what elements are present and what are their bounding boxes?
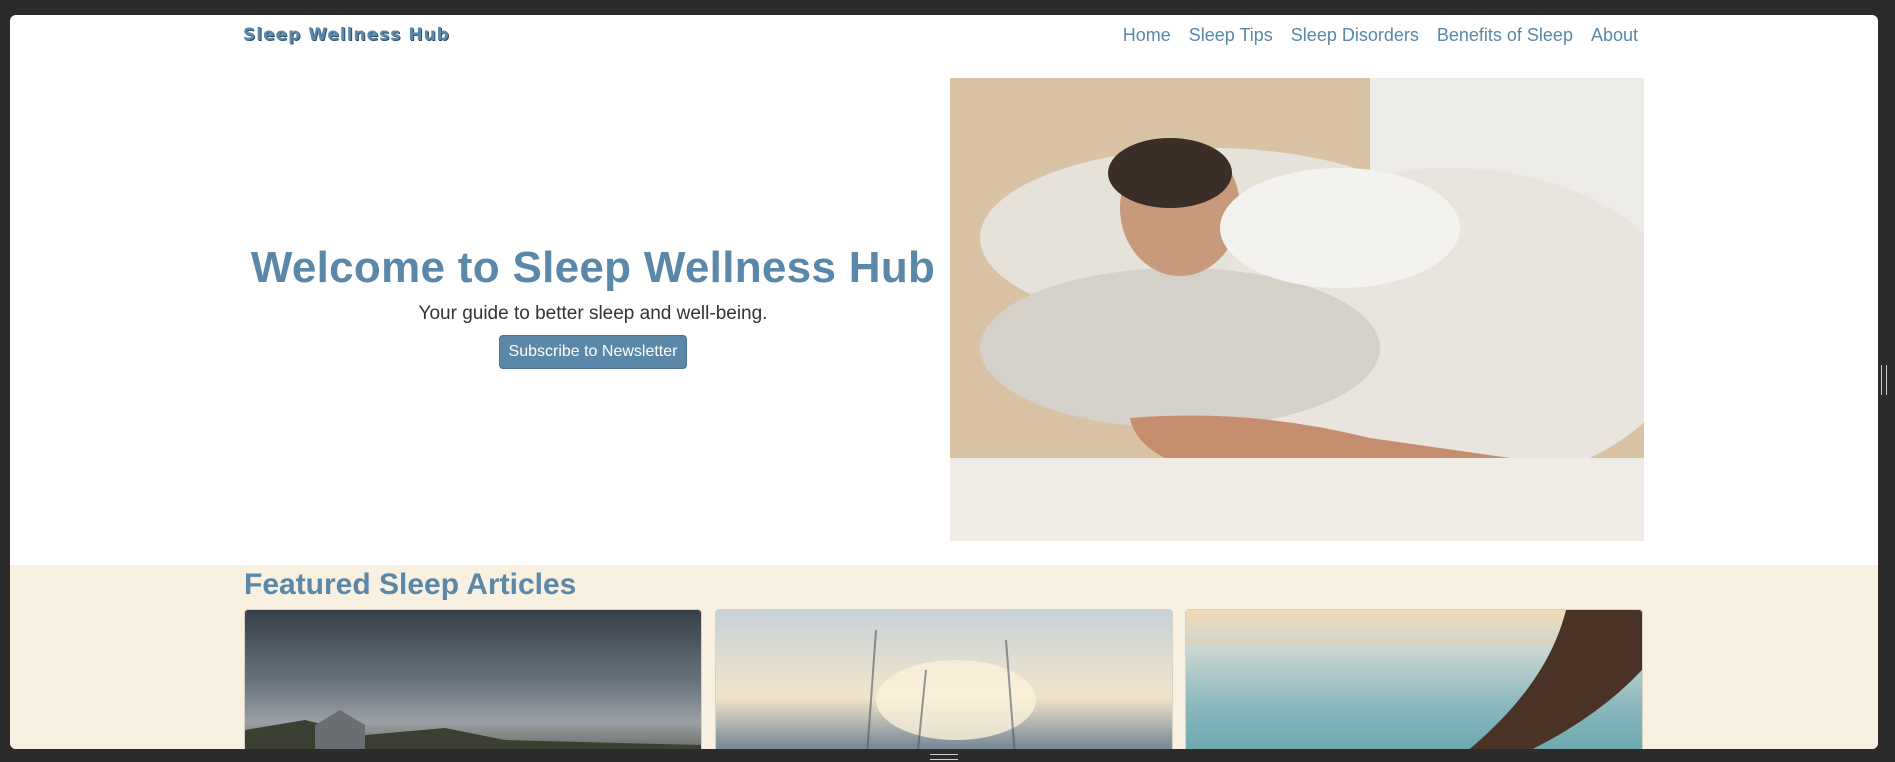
nav-link-home[interactable]: Home bbox=[1123, 25, 1171, 46]
site-brand[interactable]: Sleep Wellness Hub bbox=[243, 25, 450, 45]
hero-image-sleeping-man bbox=[950, 78, 1644, 541]
browser-viewport: Sleep Wellness Hub Home Sleep Tips Sleep… bbox=[10, 15, 1878, 749]
nav-link-about[interactable]: About bbox=[1591, 25, 1638, 46]
featured-articles-section: Featured Sleep Articles bbox=[10, 565, 1878, 749]
article-image-1 bbox=[245, 710, 701, 749]
side-resize-handle[interactable] bbox=[1881, 365, 1887, 395]
subscribe-button[interactable]: Subscribe to Newsletter bbox=[498, 335, 688, 369]
sleeping-man-illustration bbox=[950, 78, 1644, 541]
article-image-2 bbox=[866, 629, 1036, 749]
hero-title: Welcome to Sleep Wellness Hub bbox=[250, 243, 936, 292]
featured-title: Featured Sleep Articles bbox=[244, 568, 577, 601]
navbar: Sleep Wellness Hub Home Sleep Tips Sleep… bbox=[10, 15, 1878, 75]
article-card-1[interactable] bbox=[244, 609, 702, 749]
nav-link-benefits-of-sleep[interactable]: Benefits of Sleep bbox=[1437, 25, 1573, 46]
bottom-resize-handle[interactable] bbox=[930, 754, 958, 760]
nav-links: Home Sleep Tips Sleep Disorders Benefits… bbox=[1123, 25, 1638, 46]
nav-link-sleep-disorders[interactable]: Sleep Disorders bbox=[1291, 25, 1419, 46]
nav-link-sleep-tips[interactable]: Sleep Tips bbox=[1189, 25, 1273, 46]
hero-subtitle: Your guide to better sleep and well-bein… bbox=[418, 303, 768, 324]
hero-section: Welcome to Sleep Wellness Hub Your guide… bbox=[243, 243, 943, 369]
article-card-3[interactable] bbox=[1185, 609, 1643, 749]
article-image-3 bbox=[1186, 610, 1642, 749]
article-card-2[interactable] bbox=[715, 609, 1173, 749]
